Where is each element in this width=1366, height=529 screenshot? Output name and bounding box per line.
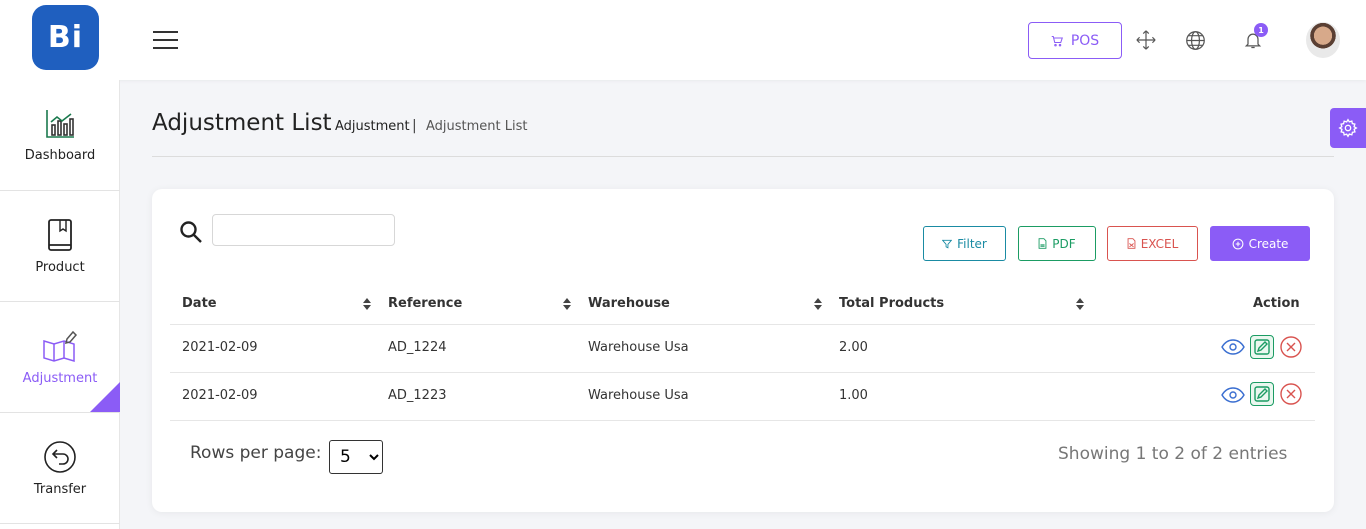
rows-per-page-select[interactable]: 5 xyxy=(329,440,383,474)
pos-button-label: POS xyxy=(1070,32,1100,49)
breadcrumb-separator: | xyxy=(412,118,417,134)
sidebar-item-label: Transfer xyxy=(33,481,87,497)
cell-date: 2021-02-09 xyxy=(182,340,258,355)
language-globe-icon[interactable] xyxy=(1183,28,1207,52)
sidebar-item-dashboard[interactable]: Dashboard xyxy=(0,80,120,191)
column-header-date[interactable]: Date xyxy=(182,296,217,311)
cell-warehouse: Warehouse Usa xyxy=(588,388,689,403)
cell-total-products: 1.00 xyxy=(839,388,868,403)
file-pdf-icon xyxy=(1038,238,1047,249)
pdf-button-label: PDF xyxy=(1052,236,1076,251)
sidebar-item-label: Product xyxy=(35,259,85,275)
pdf-export-button[interactable]: PDF xyxy=(1018,226,1096,261)
column-header-action: Action xyxy=(1253,296,1300,311)
sidebar-item-transfer[interactable]: Transfer xyxy=(0,413,120,524)
excel-export-button[interactable]: EXCEL xyxy=(1107,226,1198,261)
header-divider xyxy=(152,156,1334,157)
page-title: Adjustment List xyxy=(152,110,332,136)
create-button[interactable]: Create xyxy=(1210,226,1310,261)
sidebar-item-label: Dashboard xyxy=(24,147,96,163)
delete-x-icon[interactable] xyxy=(1279,335,1303,359)
book-icon xyxy=(48,218,72,251)
table-divider xyxy=(170,324,1315,325)
adjustment-list-card: Filter PDF EXCEL Create Date Reference W… xyxy=(152,189,1334,512)
excel-button-label: EXCEL xyxy=(1140,236,1179,251)
column-header-total-products[interactable]: Total Products xyxy=(839,296,944,311)
gear-icon xyxy=(1338,118,1358,138)
view-eye-icon[interactable] xyxy=(1220,337,1246,357)
create-button-label: Create xyxy=(1248,236,1289,251)
filter-button[interactable]: Filter xyxy=(923,226,1006,261)
sidebar: Dashboard Product Adjustment Transfer xyxy=(0,80,120,529)
cell-warehouse: Warehouse Usa xyxy=(588,340,689,355)
edit-pencil-icon[interactable] xyxy=(1250,382,1274,406)
delete-x-icon[interactable] xyxy=(1279,382,1303,406)
top-bar: Bi POS 1 xyxy=(0,0,1366,80)
search-icon xyxy=(180,221,202,243)
settings-tab[interactable] xyxy=(1330,108,1366,148)
column-header-warehouse[interactable]: Warehouse xyxy=(588,296,670,311)
cell-date: 2021-02-09 xyxy=(182,388,258,403)
filter-button-label: Filter xyxy=(957,236,987,251)
table-divider xyxy=(170,420,1315,421)
sidebar-item-adjustment[interactable]: Adjustment xyxy=(0,302,120,413)
file-excel-icon xyxy=(1127,238,1136,249)
user-avatar[interactable] xyxy=(1306,22,1340,58)
sort-icon[interactable] xyxy=(1075,297,1085,311)
app-logo[interactable]: Bi xyxy=(32,5,99,70)
filter-icon xyxy=(942,239,953,248)
cell-reference: AD_1223 xyxy=(388,388,447,403)
cart-icon xyxy=(1051,35,1063,46)
sort-icon[interactable] xyxy=(813,297,823,311)
pagination-info: Showing 1 to 2 of 2 entries xyxy=(1058,444,1288,464)
sidebar-item-product[interactable]: Product xyxy=(0,191,120,302)
active-indicator xyxy=(90,382,120,412)
cell-total-products: 2.00 xyxy=(839,340,868,355)
sort-icon[interactable] xyxy=(562,297,572,311)
column-header-reference[interactable]: Reference xyxy=(388,296,462,311)
arrow-circle-icon xyxy=(44,440,76,473)
sort-icon[interactable] xyxy=(362,297,372,311)
breadcrumb-current: Adjustment List xyxy=(426,119,528,134)
fullscreen-icon[interactable] xyxy=(1134,28,1158,52)
search-input[interactable] xyxy=(212,214,395,246)
notification-badge: 1 xyxy=(1254,23,1268,37)
cell-reference: AD_1224 xyxy=(388,340,447,355)
notification-bell-icon[interactable]: 1 xyxy=(1241,23,1268,52)
breadcrumb-parent[interactable]: Adjustment xyxy=(335,119,410,134)
rows-per-page-label: Rows per page: xyxy=(190,443,322,463)
map-edit-icon xyxy=(43,330,78,362)
view-eye-icon[interactable] xyxy=(1220,385,1246,405)
pos-button[interactable]: POS xyxy=(1028,22,1122,59)
sidebar-item-label: Adjustment xyxy=(22,370,98,386)
plus-circle-icon xyxy=(1232,238,1243,249)
chart-icon xyxy=(46,109,74,138)
table-divider xyxy=(170,372,1315,373)
edit-pencil-icon[interactable] xyxy=(1250,335,1274,359)
menu-toggle-icon[interactable] xyxy=(153,31,178,49)
